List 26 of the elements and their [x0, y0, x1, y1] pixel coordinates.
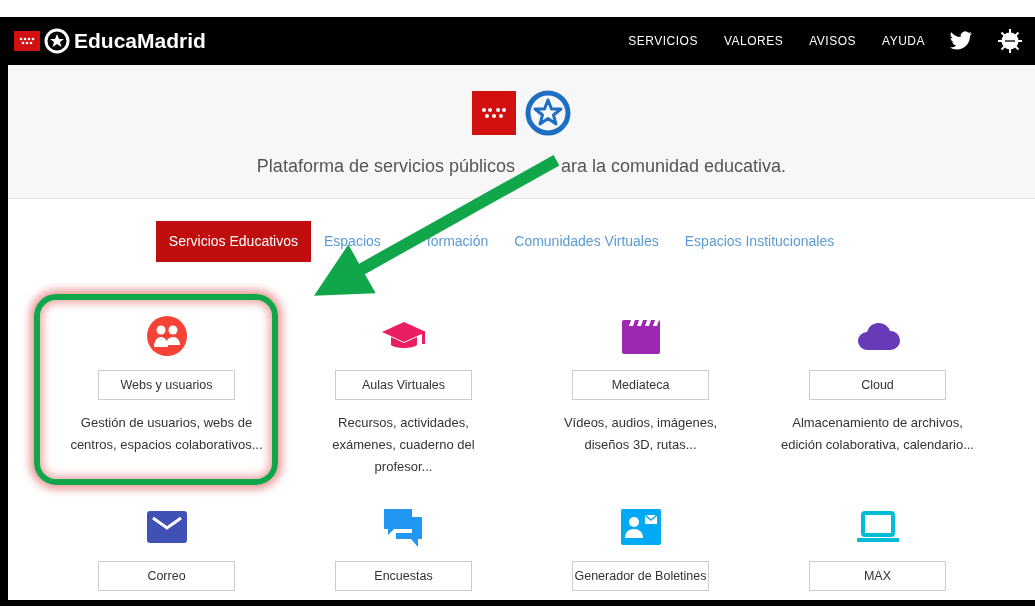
- star-logo-icon: [44, 28, 70, 54]
- service-button[interactable]: Encuestas: [335, 561, 472, 591]
- nav-link[interactable]: AYUDA: [882, 32, 925, 50]
- star-logo-icon: [523, 89, 572, 137]
- service-button[interactable]: Cloud: [809, 370, 946, 400]
- service-button[interactable]: Webs y usuarios: [98, 370, 235, 400]
- nav-link[interactable]: SERVICIOS: [628, 32, 698, 50]
- service-description: Recursos, actividades, exámenes, cuaderno del profesor...: [331, 414, 476, 476]
- service-button[interactable]: Generador de Boletines: [572, 561, 709, 591]
- flag-icon: [471, 91, 516, 135]
- tagline: ara la comunidad educativa.: [561, 155, 787, 178]
- nav-link[interactable]: AVISOS: [809, 32, 857, 50]
- service-description: Almacenamiento de archivos, edición colaborativa, calendario...: [780, 414, 975, 454]
- tagline: Plataforma de servicios públicos: [256, 155, 515, 178]
- nav-link[interactable]: VALORES: [723, 32, 784, 50]
- service-button[interactable]: Aulas Virtuales: [335, 370, 472, 400]
- flag-icon: [14, 31, 40, 51]
- bird-icon[interactable]: [949, 31, 973, 51]
- brand-logo[interactable]: EducaMadrid: [74, 25, 206, 57]
- virus-icon[interactable]: [997, 28, 1023, 54]
- service-button[interactable]: Mediateca: [572, 370, 709, 400]
- category-tab[interactable]: Servicios Educativos: [155, 221, 311, 262]
- service-button[interactable]: MAX: [809, 561, 946, 591]
- service-description: Gestión de usuarios, webs de centros, espacios colaborativos...: [69, 414, 264, 454]
- service-button[interactable]: Correo: [98, 561, 235, 591]
- service-description: Vídeos, audios, imágenes, diseños 3D, rutas...: [562, 414, 719, 454]
